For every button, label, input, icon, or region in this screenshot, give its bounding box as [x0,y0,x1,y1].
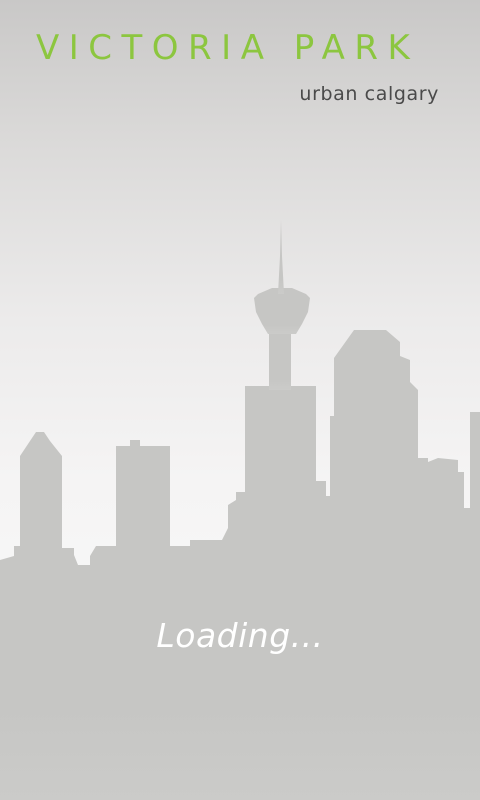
city-skyline-illustration [0,220,480,800]
loading-indicator-text: Loading... [156,616,324,655]
